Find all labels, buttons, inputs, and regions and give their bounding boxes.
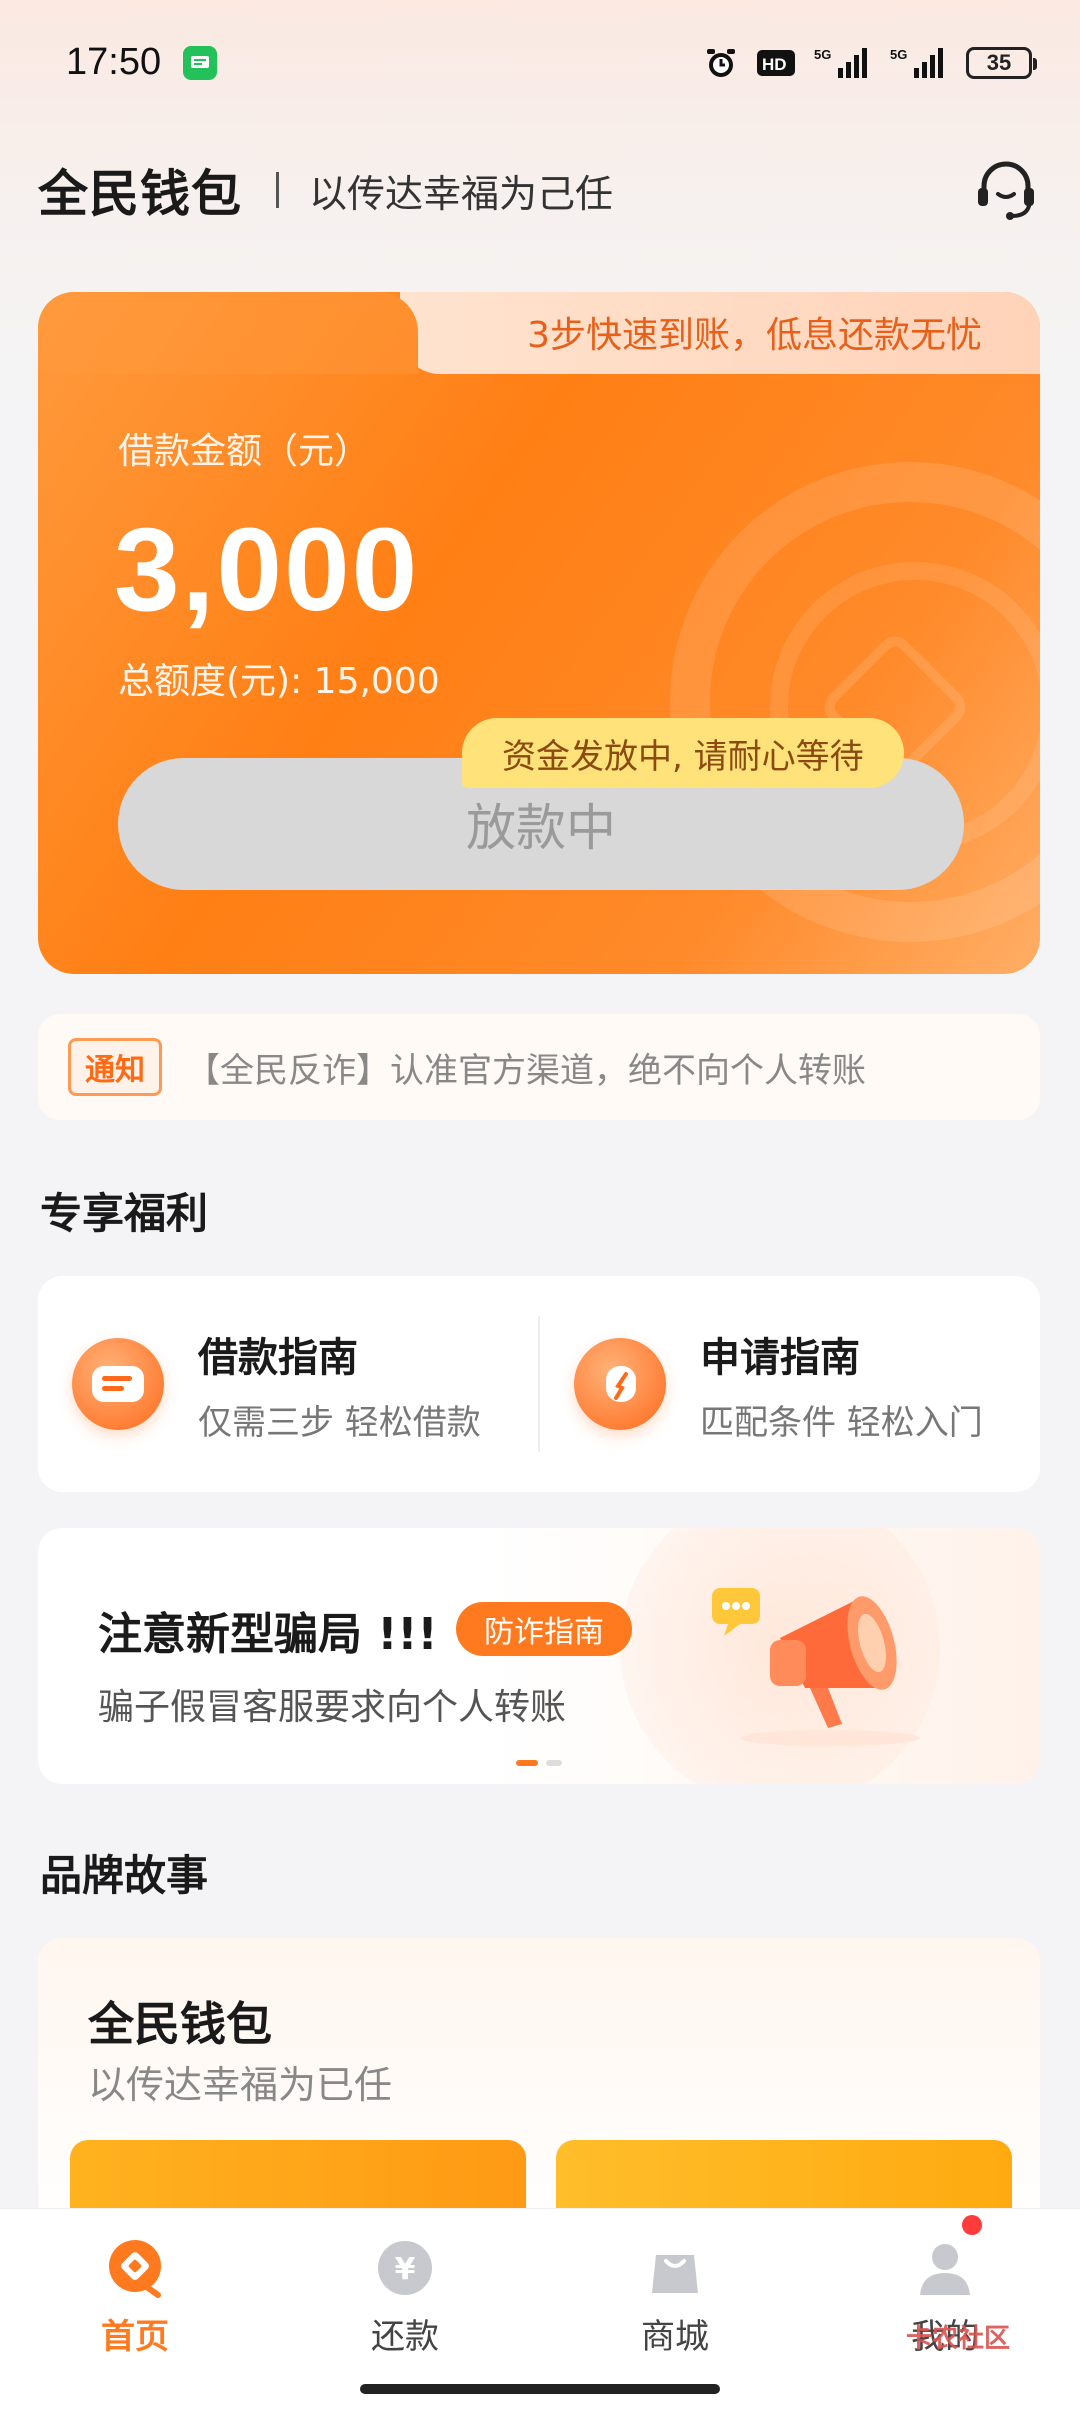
loan-guide-title: 借款指南 [198,1334,358,1381]
home-indicator[interactable] [360,2384,720,2394]
battery-indicator: 35 [966,46,1037,79]
user-icon [920,2244,970,2295]
headset-icon [978,161,1034,220]
carousel-dot-active [516,1760,538,1766]
notice-badge: 通知 [68,1038,162,1096]
brand-story-title: 全民钱包 [88,1997,272,2051]
status-time: 17:50 [66,41,162,83]
benefits-section-title: 专享福利 [40,1189,209,1238]
svg-text:5G: 5G [890,47,907,62]
nav-mall[interactable]: 商城 [540,2209,810,2412]
anti-fraud-guide-button[interactable]: 防诈指南 [456,1602,632,1656]
card-tab-text: 3步快速到账，低息还款无忧 [527,315,982,356]
notice-text: 【全民反诈】认准官方渠道，绝不向个人转账 [186,1050,866,1091]
loan-guide-text: 借款指南 仅需三步 轻松借款 [198,1325,481,1444]
loan-guide-subtitle: 仅需三步 轻松借款 [198,1402,481,1443]
disbursing-tip: 资金发放中, 请耐心等待 [462,718,904,788]
hd-icon: HD [756,46,796,80]
svg-text:5G: 5G [814,47,831,62]
brand-name: 全民钱包 [38,165,242,223]
anti-fraud-banner[interactable]: 注意新型骗局 !!! 防诈指南 骗子假冒客服要求向个人转账 [38,1528,1040,1784]
card-fold [38,292,418,374]
loan-amount-label: 借款金额（元） [118,431,371,472]
loan-card: 3步快速到账，低息还款无忧 借款金额（元） 3,000 总额度(元): 15,0… [38,292,1040,974]
total-quota: 总额度(元): 15,000 [118,661,440,702]
benefits-card: 借款指南 仅需三步 轻松借款 申请指南 匹配条件 轻松入门 [38,1276,1040,1492]
brand-slogan: 以传达幸福为己任 [309,171,614,216]
brand-story-subtitle: 以传达幸福为已任 [88,2063,393,2107]
yuan-icon: ¥ [378,2241,432,2295]
compass-icon [574,1338,666,1430]
nav-repay-label: 还款 [371,2317,439,2357]
card-tab: 3步快速到账，低息还款无忧 [400,292,1040,374]
svg-text:¥: ¥ [395,2252,416,2287]
app-page: 17:50 HD 5G 5G 35 全民钱包 以传达幸福为己任 3步快速到账，低… [0,0,1080,2412]
nav-mine[interactable]: 我的 [810,2209,1080,2412]
document-icon [72,1338,164,1430]
bottom-nav: 首页 ¥ 还款 商城 我的 [0,2208,1080,2412]
nav-mall-label: 商城 [641,2317,709,2357]
nav-repay[interactable]: ¥ 还款 [270,2209,540,2412]
apply-guide-text: 申请指南 匹配条件 轻松入门 [700,1325,983,1444]
apply-guide-subtitle: 匹配条件 轻松入门 [700,1402,983,1443]
home-icon [109,2240,161,2298]
signal-5g-icon: 5G [814,46,872,80]
carousel-dot [546,1760,562,1766]
nav-home-label: 首页 [101,2317,169,2357]
messages-icon [183,45,218,80]
apply-guide-title: 申请指南 [700,1334,860,1381]
banner-subtitle: 骗子假冒客服要求向个人转账 [98,1687,567,1728]
apply-guide[interactable]: 申请指南 匹配条件 轻松入门 [540,1276,1040,1492]
carousel-indicator [516,1760,562,1766]
watermark-logo: 卡农社区 [905,2324,1010,2354]
notification-dot [962,2215,982,2235]
status-bar: 17:50 HD 5G 5G 35 [0,0,1080,125]
status-left: 17:50 [66,41,218,84]
shopping-bag-icon [652,2255,698,2293]
loan-amount-value: 3,000 [114,504,420,636]
header-divider [276,172,279,208]
notice-bar[interactable]: 通知 【全民反诈】认准官方渠道，绝不向个人转账 [38,1014,1040,1120]
svg-text:HD: HD [762,55,787,74]
brand-story-section-title: 品牌故事 [40,1851,209,1900]
banner-title: 注意新型骗局 !!! [98,1609,438,1660]
loan-guide[interactable]: 借款指南 仅需三步 轻松借款 [38,1276,538,1492]
alarm-icon [704,46,738,80]
signal-5g-icon: 5G [890,46,948,80]
status-right: HD 5G 5G 35 [704,46,1037,80]
nav-home[interactable]: 首页 [0,2209,270,2412]
megaphone-icon [712,1588,920,1746]
app-header: 全民钱包 以传达幸福为己任 [38,150,1042,230]
customer-service-button[interactable] [970,154,1042,226]
